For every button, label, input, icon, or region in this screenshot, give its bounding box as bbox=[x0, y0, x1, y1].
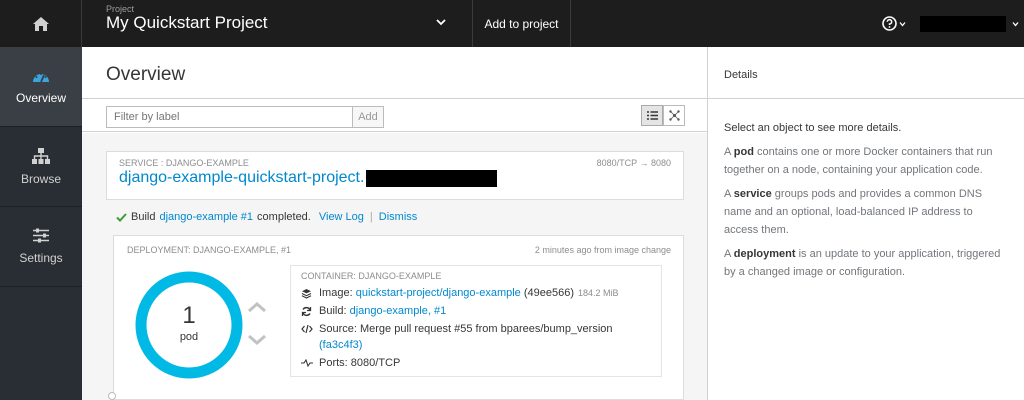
pod-unit: pod bbox=[179, 331, 199, 343]
service-label: SERVICE : DJANGO-EXAMPLE bbox=[119, 158, 249, 168]
deployment-card: DEPLOYMENT: DJANGO-EXAMPLE, #1 2 minutes… bbox=[113, 235, 684, 400]
code-icon bbox=[301, 321, 319, 337]
page-title: Overview bbox=[106, 64, 186, 85]
user-menu[interactable] bbox=[914, 0, 1024, 47]
sidebar-item-settings[interactable]: Settings bbox=[0, 207, 82, 287]
pod-term: pod bbox=[733, 146, 754, 158]
service-name-link[interactable]: django-example-quickstart-project. bbox=[119, 169, 671, 187]
service-ports: 8080/TCP → 8080 bbox=[596, 158, 671, 168]
image-label: Image: bbox=[319, 287, 353, 299]
sliders-icon bbox=[33, 228, 49, 243]
details-intro: Select an object to see more details. bbox=[724, 122, 902, 134]
main-content: Overview Add SERVICE : DJANGO-EXAMPLE 80… bbox=[82, 47, 707, 400]
deployment-label: DEPLOYMENT: DJANGO-EXAMPLE, #1 bbox=[127, 245, 292, 255]
build-notification: Build django-example #1 completed. View … bbox=[116, 211, 417, 223]
chevron-down-icon bbox=[1012, 21, 1019, 27]
build-suffix: completed. bbox=[257, 211, 311, 223]
details-panel: Details Select an object to see more det… bbox=[707, 47, 1024, 400]
ports-value: 8080/TCP bbox=[350, 357, 401, 369]
home-icon bbox=[32, 16, 49, 31]
project-switcher[interactable]: Project My Quickstart Project bbox=[82, 0, 473, 47]
pod-count: 1 bbox=[182, 302, 196, 329]
filter-add-button[interactable]: Add bbox=[353, 106, 384, 128]
sidebar-item-label: Overview bbox=[15, 90, 66, 105]
container-build-row: Build: django-example, #1 bbox=[301, 303, 651, 319]
filter-toolbar: Add bbox=[82, 99, 707, 132]
details-title: Details bbox=[708, 47, 1024, 99]
service-card: SERVICE : DJANGO-EXAMPLE 8080/TCP → 8080… bbox=[106, 151, 684, 200]
checkmark-icon bbox=[116, 212, 127, 222]
build-link[interactable]: django-example #1 bbox=[159, 211, 253, 223]
left-sidebar: Overview Browse Settings bbox=[0, 47, 82, 400]
sitemap-icon bbox=[32, 147, 50, 164]
dismiss-link[interactable]: Dismiss bbox=[379, 211, 418, 223]
list-view-button[interactable] bbox=[641, 105, 663, 126]
redacted-username bbox=[920, 15, 1006, 32]
layers-icon bbox=[301, 285, 319, 301]
details-body: Select an object to see more details. A … bbox=[708, 99, 1024, 281]
deployment-description: A deployment is an update to your applic… bbox=[724, 248, 1001, 278]
sidebar-item-label: Browse bbox=[20, 171, 61, 186]
list-view-icon bbox=[646, 111, 658, 120]
dashboard-icon bbox=[33, 72, 49, 82]
view-toggle bbox=[641, 105, 685, 126]
container-build-link[interactable]: django-example, #1 bbox=[350, 303, 447, 319]
view-log-link[interactable]: View Log bbox=[319, 211, 364, 223]
ports-label: Ports: bbox=[319, 357, 348, 369]
home-button[interactable] bbox=[0, 0, 82, 47]
image-link[interactable]: quickstart-project/django-example bbox=[356, 285, 521, 301]
scale-down-icon[interactable] bbox=[247, 334, 267, 346]
source-label: Source: bbox=[319, 323, 357, 335]
build-prefix: Build bbox=[131, 211, 156, 223]
refresh-icon bbox=[301, 303, 319, 319]
image-size: 184.2 MiB bbox=[578, 288, 619, 298]
sidebar-item-browse[interactable]: Browse bbox=[0, 127, 82, 207]
container-details: CONTAINER: DJANGO-EXAMPLE Image: quickst… bbox=[290, 265, 662, 377]
scale-up-icon[interactable] bbox=[247, 301, 267, 313]
deployment-time: 2 minutes ago from image change bbox=[534, 245, 671, 255]
build-label: Build: bbox=[319, 305, 347, 317]
chevron-down-icon bbox=[436, 19, 446, 26]
container-image-row: Image: quickstart-project/django-example… bbox=[301, 285, 651, 301]
redacted-hostname bbox=[366, 169, 498, 187]
sidebar-item-label: Settings bbox=[19, 251, 63, 265]
help-icon bbox=[882, 16, 897, 31]
service-term: service bbox=[733, 188, 772, 200]
topology-icon bbox=[668, 110, 680, 121]
service-description: A service groups pods and provides a com… bbox=[724, 188, 983, 236]
page-header: Overview bbox=[82, 47, 707, 99]
deployment-term: deployment bbox=[733, 248, 796, 260]
pod-description: A pod contains one or more Docker contai… bbox=[724, 146, 993, 176]
sidebar-item-overview[interactable]: Overview bbox=[0, 47, 82, 127]
source-commit-link[interactable]: (fa3c4f3) bbox=[319, 339, 362, 351]
overview-area: SERVICE : DJANGO-EXAMPLE 8080/TCP → 8080… bbox=[82, 133, 707, 400]
topology-view-button[interactable] bbox=[663, 105, 685, 126]
source-text: Merge pull request #55 from bparees/bump… bbox=[359, 323, 613, 335]
container-source-row: Source: Merge pull request #55 from bpar… bbox=[301, 321, 651, 353]
container-ports-row: Ports: 8080/TCP bbox=[301, 355, 651, 371]
add-to-project-button[interactable]: Add to project bbox=[473, 0, 571, 47]
filter-by-label-input[interactable] bbox=[106, 106, 353, 128]
chevron-down-icon bbox=[899, 21, 906, 27]
project-name: My Quickstart Project bbox=[106, 13, 268, 32]
link-separator: | bbox=[369, 211, 373, 223]
connector-dot bbox=[108, 392, 116, 400]
image-hash: (49ee566) bbox=[523, 287, 575, 299]
container-label: CONTAINER: DJANGO-EXAMPLE bbox=[301, 271, 442, 281]
top-navbar: Project My Quickstart Project Add to pro… bbox=[0, 0, 1024, 47]
help-menu[interactable] bbox=[874, 0, 914, 47]
service-name-text: django-example-quickstart-project. bbox=[119, 169, 365, 186]
pulse-icon bbox=[301, 355, 319, 371]
